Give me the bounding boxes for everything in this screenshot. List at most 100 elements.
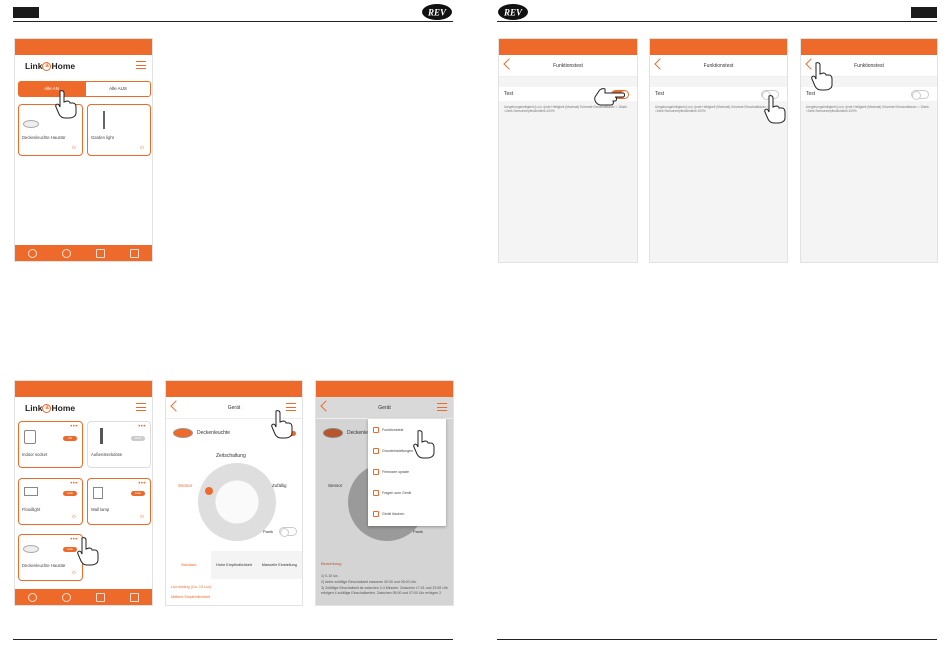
- dial-knob[interactable]: [205, 487, 213, 495]
- light-bulb-icon[interactable]: ☼: [138, 144, 146, 152]
- back-arrow-icon[interactable]: [170, 400, 182, 412]
- app-bar: Funktionstest: [650, 55, 787, 77]
- nav-grid-icon[interactable]: [130, 592, 140, 602]
- status-bar: [15, 39, 152, 55]
- svg-text:REV: REV: [427, 8, 447, 18]
- device-name: Floodlight: [22, 507, 41, 512]
- ceiling-lamp-icon: [323, 428, 343, 438]
- question-icon: [373, 490, 379, 496]
- state-pill[interactable]: AN: [63, 436, 77, 441]
- test-icon: [373, 427, 379, 433]
- screen-function-test-1: Funktionstest Test Umgebungshelligkeit (…: [498, 38, 638, 263]
- more-options-icon[interactable]: •••: [138, 481, 146, 487]
- device-card[interactable]: ••• AUS Außensteckdose: [87, 421, 151, 468]
- device-name: Außensteckdose: [91, 452, 123, 457]
- device-card[interactable]: ••• Auto Wall lamp ☼: [87, 478, 151, 525]
- pointing-hand-icon: [413, 430, 435, 459]
- pointing-hand-icon: [764, 95, 786, 124]
- page-title: Funktionstest: [854, 62, 884, 69]
- app-bar: Gerät: [316, 397, 453, 419]
- state-pill[interactable]: Auto: [131, 491, 145, 496]
- timer-label: Zeitschaltung: [216, 453, 246, 459]
- note-title: Bemerkung: [321, 561, 342, 566]
- more-options-icon[interactable]: •••: [138, 424, 146, 430]
- nav-device-icon[interactable]: [96, 592, 106, 602]
- device-name: Wall lamp: [91, 507, 110, 512]
- screen-device-detail: Gerät Deckenleuchte Auto Zeitschaltung S…: [165, 380, 303, 606]
- test-label: Test: [806, 91, 816, 97]
- screen-device-menu: Gerät Deckenleuchte Sensor Panik Bemerku…: [315, 380, 454, 606]
- device-card[interactable]: Garden light ☼: [87, 104, 151, 156]
- back-arrow-icon[interactable]: [654, 58, 666, 70]
- state-pill[interactable]: Auto: [63, 491, 77, 496]
- menu-item-firmware[interactable]: Firmware update: [373, 469, 409, 475]
- light-bulb-icon[interactable]: ☼: [138, 513, 146, 521]
- light-bulb-icon[interactable]: ☼: [70, 569, 78, 577]
- header-rule-right: [497, 21, 937, 22]
- tab-manual[interactable]: Manuelle Einstellung: [257, 563, 302, 567]
- rev-logo-right: REV: [498, 4, 528, 20]
- nav-home-icon[interactable]: [27, 592, 37, 602]
- nav-grid-icon[interactable]: [130, 248, 140, 258]
- nav-home-icon[interactable]: [27, 248, 37, 258]
- ceiling-lamp-icon: [23, 545, 39, 553]
- random-label: Zufällig: [272, 483, 287, 488]
- back-arrow-icon[interactable]: [320, 400, 332, 412]
- app-bar: Funktionstest: [499, 55, 637, 77]
- nav-scenes-icon[interactable]: [61, 592, 71, 602]
- tab-high-sensitivity[interactable]: Hohe Empfindlichkeit: [211, 563, 256, 567]
- more-options-icon[interactable]: •••: [70, 481, 78, 487]
- light-bulb-icon[interactable]: ☼: [70, 144, 78, 152]
- sensitivity-line: Mittlere Empfindlichkeit: [171, 595, 211, 599]
- all-off-button[interactable]: Alle AUS: [85, 81, 151, 97]
- outdoor-socket-icon: [100, 428, 103, 444]
- upload-icon: [373, 469, 379, 475]
- gear-icon: [373, 448, 379, 454]
- app-logo: Link a Home: [25, 403, 76, 414]
- socket-icon: [24, 430, 36, 444]
- pointing-hand-icon: [271, 410, 293, 439]
- app-logo: Link a Home: [25, 61, 76, 72]
- panic-label: Panik: [413, 529, 424, 534]
- test-label: Test: [504, 91, 514, 97]
- menu-item-basic-settings[interactable]: Grundeinstellungen: [373, 448, 413, 454]
- nav-device-icon[interactable]: [96, 248, 106, 258]
- tab-standard[interactable]: Standard: [166, 551, 212, 579]
- menu-icon[interactable]: [136, 61, 146, 69]
- page-tag-right: [911, 7, 937, 18]
- device-card[interactable]: ••• Auto Deckenleuchte Haustür ☼: [18, 534, 83, 581]
- menu-item-function-test[interactable]: Funktionstest: [373, 427, 403, 433]
- state-pill[interactable]: AUS: [131, 436, 145, 441]
- test-description: Umgebungshelligkeit (Lux) <jede Helligke…: [806, 105, 930, 114]
- ceiling-lamp-icon: [23, 120, 39, 128]
- light-bulb-icon[interactable]: ☼: [70, 513, 78, 521]
- menu-icon[interactable]: [136, 403, 146, 411]
- page-title: Funktionstest: [703, 62, 734, 69]
- device-name: Indoor socket: [22, 452, 48, 457]
- screen-function-test-3: Funktionstest Test Umgebungshelligkeit (…: [800, 38, 938, 263]
- nav-scenes-icon[interactable]: [61, 248, 71, 258]
- bottom-nav: [15, 589, 152, 605]
- ceiling-lamp-icon: [173, 428, 193, 438]
- back-arrow-icon[interactable]: [503, 58, 515, 70]
- menu-item-faq[interactable]: Fragen zum Gerät: [373, 490, 411, 496]
- test-toggle[interactable]: [911, 90, 929, 100]
- panic-toggle[interactable]: [279, 527, 297, 537]
- menu-icon[interactable]: [437, 403, 447, 411]
- status-bar: [316, 381, 453, 397]
- device-name: Deckenleuchte: [197, 430, 231, 436]
- page-title: Gerät: [227, 404, 241, 411]
- floodlight-icon: [24, 487, 38, 496]
- svg-text:REV: REV: [503, 8, 523, 18]
- menu-item-delete[interactable]: Gerät löschen: [373, 511, 404, 517]
- note-line: 3) Zufällige Einschaltzeit ist zwischen …: [321, 586, 448, 595]
- device-name: Garden light: [91, 135, 114, 140]
- device-card[interactable]: ••• AN Indoor socket: [18, 421, 83, 468]
- more-options-icon[interactable]: •••: [70, 424, 78, 430]
- lux-line: Lux niedrig (Ca. 10 Lux): [171, 585, 212, 589]
- footer-rule-left: [13, 639, 453, 640]
- bottom-nav: [15, 245, 152, 261]
- screen-home-all-on: Link a Home Alle AN Alle AUS Deckenleuchte…: [14, 38, 153, 262]
- device-card[interactable]: ••• Auto Floodlight ☼: [18, 478, 83, 525]
- device-name: Deckenleuchte Haustür: [22, 135, 66, 140]
